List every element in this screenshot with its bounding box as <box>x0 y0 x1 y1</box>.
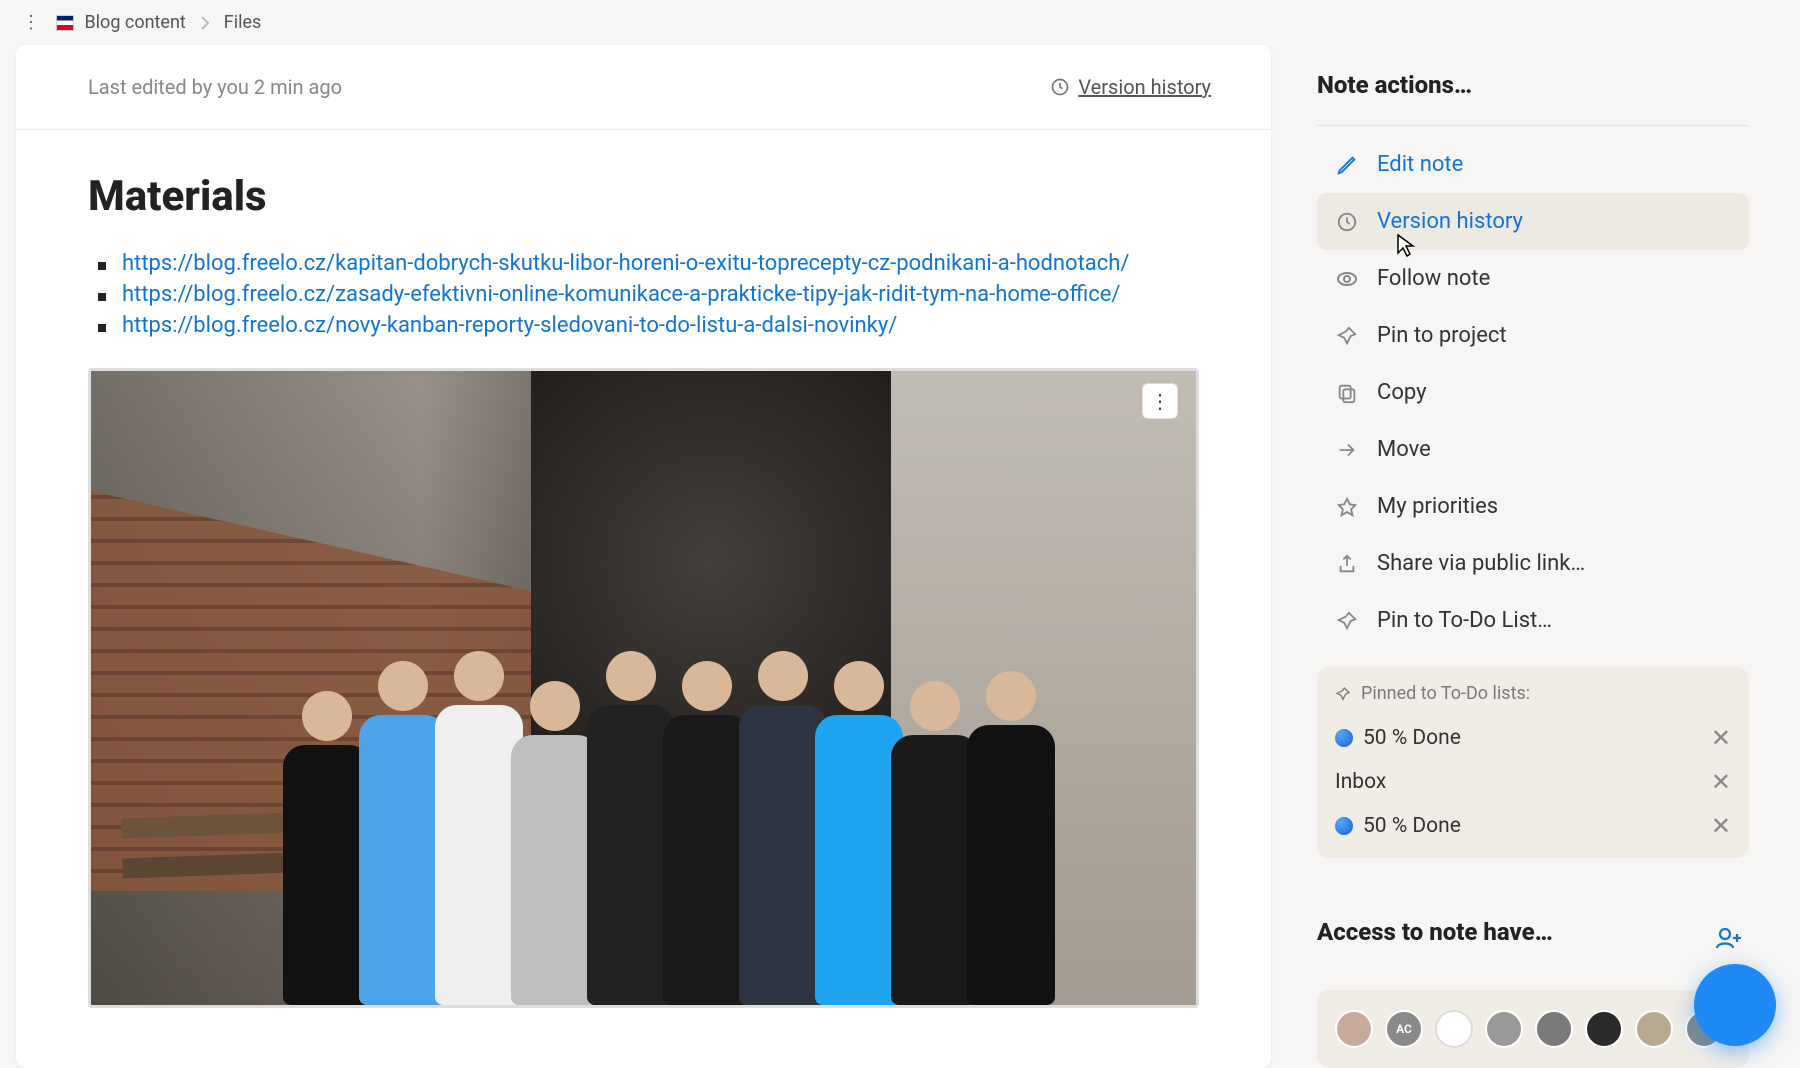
avatar-list: AC <box>1317 990 1749 1068</box>
action-label: Follow note <box>1377 266 1490 291</box>
share-icon <box>1335 552 1359 576</box>
remove-pin-button[interactable]: ✕ <box>1711 724 1731 752</box>
action-my-priorities[interactable]: My priorities <box>1317 478 1749 535</box>
remove-pin-button[interactable]: ✕ <box>1711 812 1731 840</box>
note-body: Materials https://blog.freelo.cz/kapitan… <box>16 130 1271 1028</box>
arrow-right-icon <box>1335 438 1359 462</box>
action-pin-to-todo-list[interactable]: Pin to To-Do List… <box>1317 592 1749 649</box>
pinned-heading-label: Pinned to To-Do lists: <box>1361 683 1530 704</box>
avatar[interactable] <box>1585 1010 1623 1048</box>
avatar[interactable] <box>1635 1010 1673 1048</box>
avatar[interactable] <box>1335 1010 1373 1048</box>
version-history-label: Version history <box>1078 75 1211 99</box>
chevron-right-icon <box>200 16 210 30</box>
remove-pin-button[interactable]: ✕ <box>1711 768 1731 796</box>
status-dot-icon <box>1335 817 1353 835</box>
breadcrumb-page[interactable]: Files <box>224 12 262 33</box>
action-edit-note[interactable]: Edit note <box>1317 136 1749 193</box>
clock-icon <box>1335 210 1359 234</box>
content-link[interactable]: https://blog.freelo.cz/kapitan-dobrych-s… <box>122 251 1129 276</box>
action-label: Version history <box>1377 209 1523 234</box>
action-label: Pin to project <box>1377 323 1507 348</box>
breadcrumb-project-label: Blog content <box>84 12 185 33</box>
action-label: My priorities <box>1377 494 1498 519</box>
action-move[interactable]: Move <box>1317 421 1749 478</box>
action-label: Move <box>1377 437 1431 462</box>
note-actions-list: Edit note Version history Follow note <box>1317 136 1749 649</box>
note-title: Materials <box>88 172 1199 221</box>
flag-icon <box>56 15 74 31</box>
star-icon <box>1335 495 1359 519</box>
pin-icon <box>1335 609 1359 633</box>
note-actions-heading: Note actions… <box>1317 57 1749 113</box>
content-link[interactable]: https://blog.freelo.cz/zasady-efektivni-… <box>122 282 1121 307</box>
list-item: https://blog.freelo.cz/novy-kanban-repor… <box>88 313 1199 338</box>
copy-icon <box>1335 381 1359 405</box>
breadcrumb-project[interactable]: Blog content <box>56 12 186 33</box>
pinned-item-label: Inbox <box>1335 770 1386 794</box>
status-dot-icon <box>1335 729 1353 747</box>
image-menu-button[interactable]: ⋮ <box>1142 383 1178 419</box>
pin-icon <box>1335 324 1359 348</box>
pin-icon <box>1335 686 1351 702</box>
pinned-item-label: 50 % Done <box>1363 814 1461 838</box>
action-label: Copy <box>1377 380 1427 405</box>
action-version-history[interactable]: Version history <box>1317 193 1749 250</box>
note-card: Last edited by you 2 min ago Version his… <box>16 45 1271 1068</box>
avatar[interactable] <box>1435 1010 1473 1048</box>
pinned-lists-box: Pinned to To-Do lists: 50 % Done ✕ Inbox… <box>1317 667 1749 858</box>
avatar[interactable] <box>1485 1010 1523 1048</box>
pinned-item[interactable]: 50 % Done ✕ <box>1335 716 1731 760</box>
eye-icon <box>1335 267 1359 291</box>
pinned-item-label: 50 % Done <box>1363 726 1461 750</box>
version-history-link[interactable]: Version history <box>1050 75 1211 99</box>
breadcrumb: ⋮ Blog content Files <box>0 0 1800 45</box>
list-item: https://blog.freelo.cz/kapitan-dobrych-s… <box>88 251 1199 276</box>
embedded-image: ⋮ <box>88 368 1199 1008</box>
note-card-header: Last edited by you 2 min ago Version his… <box>16 45 1271 130</box>
sidebar: Note actions… Edit note Version history <box>1317 45 1749 1068</box>
action-follow-note[interactable]: Follow note <box>1317 250 1749 307</box>
list-item: https://blog.freelo.cz/zasady-efektivni-… <box>88 282 1199 307</box>
action-label: Pin to To-Do List… <box>1377 608 1552 633</box>
action-copy[interactable]: Copy <box>1317 364 1749 421</box>
page-menu-icon[interactable]: ⋮ <box>18 8 42 37</box>
content-link[interactable]: https://blog.freelo.cz/novy-kanban-repor… <box>122 313 897 338</box>
divider <box>1317 125 1749 126</box>
pinned-item[interactable]: Inbox ✕ <box>1335 760 1731 804</box>
action-label: Edit note <box>1377 152 1463 177</box>
action-share-public-link[interactable]: Share via public link… <box>1317 535 1749 592</box>
access-heading-row: Access to note have… <box>1317 904 1749 972</box>
last-edited-text: Last edited by you 2 min ago <box>88 75 342 99</box>
chat-launcher-button[interactable] <box>1694 964 1776 1046</box>
add-user-button[interactable] <box>1715 926 1743 950</box>
access-heading: Access to note have… <box>1317 904 1553 960</box>
pencil-icon <box>1335 153 1359 177</box>
pinned-heading: Pinned to To-Do lists: <box>1335 683 1731 704</box>
action-pin-to-project[interactable]: Pin to project <box>1317 307 1749 364</box>
link-list: https://blog.freelo.cz/kapitan-dobrych-s… <box>88 251 1199 338</box>
action-label: Share via public link… <box>1377 551 1585 576</box>
avatar[interactable]: AC <box>1385 1010 1423 1048</box>
photo-people <box>221 545 1116 1005</box>
avatar[interactable] <box>1535 1010 1573 1048</box>
clock-icon <box>1050 77 1070 97</box>
pinned-item[interactable]: 50 % Done ✕ <box>1335 804 1731 848</box>
